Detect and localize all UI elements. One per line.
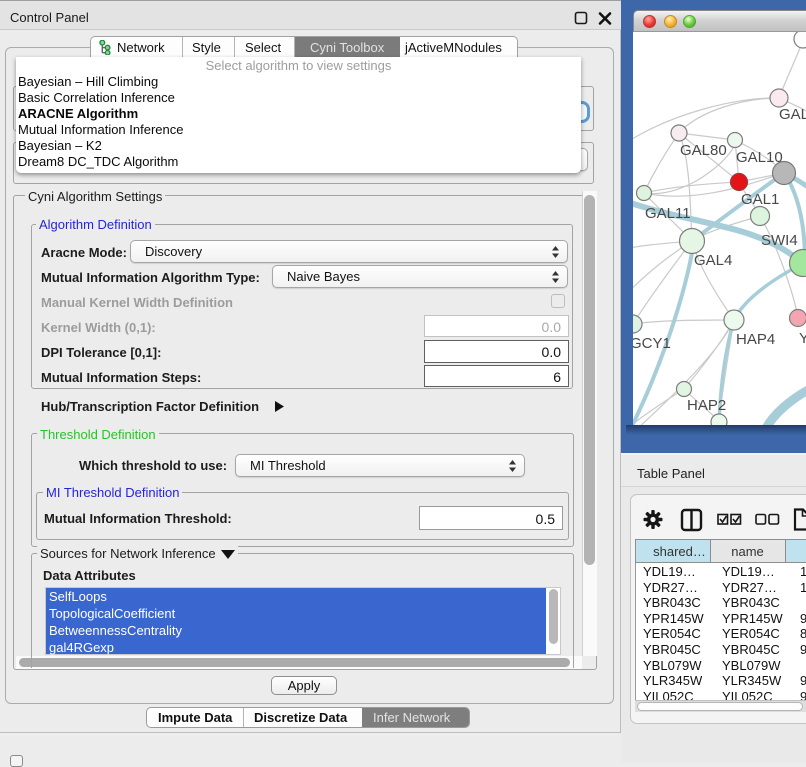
svg-text:GAL1: GAL1 [741,191,779,208]
svg-text:GAL7: GAL7 [779,106,806,123]
svg-text:GAL10: GAL10 [736,149,783,166]
svg-text:GAL11: GAL11 [645,205,691,222]
svg-text:HAP2: HAP2 [687,397,726,414]
svg-text:SWI4: SWI4 [761,232,798,249]
svg-text:GAL4: GAL4 [694,252,732,269]
svg-text:GCY1: GCY1 [633,335,671,352]
svg-text:Y: Y [799,330,806,347]
svg-text:GAL80: GAL80 [680,142,727,159]
svg-text:HAP4: HAP4 [736,331,775,348]
